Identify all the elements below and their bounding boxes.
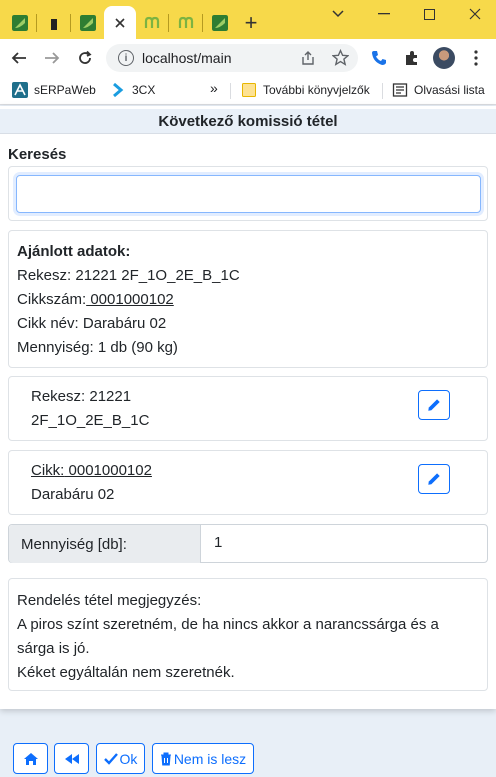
bookmark-serpaweb[interactable]: sERPaWeb <box>12 82 96 98</box>
edit-item-button[interactable] <box>418 464 450 494</box>
address-bar[interactable]: i localhost/main <box>106 44 358 72</box>
bookmark-3cx[interactable]: 3CX <box>110 82 155 98</box>
order-note-card: Rendelés tétel megjegyzés: A piros színt… <box>8 578 488 691</box>
site-info-icon[interactable]: i <box>118 50 134 66</box>
browser-tab[interactable] <box>206 6 234 39</box>
main-panel: Következő komissió tétel Keresés Ajánlot… <box>0 106 496 709</box>
reading-list-icon <box>392 83 408 97</box>
close-icon[interactable] <box>114 17 126 29</box>
bookmark-label: További könyvjelzők <box>263 83 370 97</box>
home-icon <box>23 752 38 765</box>
suggested-heading: Ajánlott adatok: <box>17 243 131 260</box>
folder-icon <box>242 83 256 97</box>
browser-toolbar: i localhost/main <box>0 39 496 77</box>
item-code-line: Cikk: 0001000102 <box>31 462 152 479</box>
extensions-puzzle-icon[interactable] <box>404 50 420 66</box>
suggested-item-name: Cikk név: Darabáru 02 <box>17 315 167 332</box>
quantity-input-group: Mennyiség [db]: 1 <box>8 524 488 563</box>
forward-arrow-icon[interactable] <box>41 47 63 69</box>
browser-tab[interactable] <box>6 6 34 39</box>
browser-tab-strip: + <box>0 0 496 39</box>
back-button[interactable] <box>54 743 89 774</box>
phone-extension-icon[interactable] <box>370 49 388 67</box>
bookmark-label: sERPaWeb <box>34 83 96 97</box>
note-text-line: Kéket egyáltalán nem szeretnék. <box>17 664 235 681</box>
pencil-icon <box>428 399 440 411</box>
bookmark-folder-other[interactable]: További könyvjelzők <box>241 82 370 98</box>
m-favicon <box>144 16 160 28</box>
bookmark-label: 3CX <box>132 83 156 97</box>
back-arrow-icon[interactable] <box>8 47 30 69</box>
green-leaf-favicon <box>212 14 228 31</box>
search-label: Keresés <box>8 146 67 163</box>
quantity-label: Mennyiség [db]: <box>9 525 201 563</box>
ok-button-label: Ok <box>119 750 138 767</box>
quantity-input[interactable]: 1 <box>214 534 222 551</box>
item-name-line: Darabáru 02 <box>31 486 115 503</box>
browser-tab[interactable] <box>40 6 68 39</box>
maximize-icon[interactable] <box>415 4 443 24</box>
black-bar-favicon <box>51 15 57 30</box>
tab-search-icon[interactable] <box>324 4 352 24</box>
chevron-3cx-icon <box>113 82 124 98</box>
home-button[interactable] <box>13 743 48 774</box>
browser-tab[interactable] <box>74 6 102 39</box>
profile-avatar[interactable] <box>433 47 455 69</box>
green-leaf-favicon <box>80 14 96 31</box>
item-card: Cikk: 0001000102 Darabáru 02 <box>8 450 488 515</box>
search-input[interactable] <box>16 175 481 213</box>
trash-icon <box>160 752 171 765</box>
bookmark-label: Olvasási lista <box>414 83 485 97</box>
suggested-data-card: Ajánlott adatok: Rekesz: 21221 2F_1O_2E_… <box>8 230 488 368</box>
minimize-icon[interactable] <box>370 4 398 24</box>
browser-tab-active[interactable] <box>104 6 136 39</box>
green-leaf-favicon <box>12 14 28 31</box>
reading-list[interactable]: Olvasási lista <box>392 82 485 98</box>
reload-icon[interactable] <box>74 47 96 69</box>
check-icon <box>103 752 118 765</box>
url-text: localhost/main <box>142 50 232 66</box>
ok-button[interactable]: Ok <box>96 743 145 774</box>
rack-line-2: 2F_1O_2E_B_1C <box>31 412 150 429</box>
fast-backward-icon <box>64 753 79 764</box>
bookmarks-overflow-chevron[interactable]: » <box>210 80 218 96</box>
cancel-button-label: Nem is lesz <box>173 750 247 767</box>
edit-rack-button[interactable] <box>418 390 450 420</box>
search-card <box>8 166 488 221</box>
suggested-rack: Rekesz: 21221 2F_1O_2E_B_1C <box>17 267 240 284</box>
page-content: Következő komissió tétel Keresés Ajánlot… <box>0 106 496 777</box>
browser-tab[interactable] <box>138 6 166 39</box>
bookmark-star-icon[interactable] <box>332 49 349 66</box>
bookmarks-bar: sERPaWeb 3CX » További könyvjelzők Olvas… <box>0 77 496 105</box>
window-close-icon[interactable] <box>461 4 489 24</box>
share-icon[interactable] <box>300 50 316 66</box>
new-tab-button[interactable]: + <box>238 6 264 39</box>
m-favicon <box>178 16 194 28</box>
suggested-item-number: Cikkszám: 0001000102 <box>17 291 174 308</box>
note-title: Rendelés tétel megjegyzés: <box>17 592 202 609</box>
suggested-quantity: Mennyiség: 1 db (90 kg) <box>17 339 178 356</box>
cancel-button[interactable]: Nem is lesz <box>152 743 254 774</box>
serpaweb-icon <box>12 82 28 98</box>
browser-tab[interactable] <box>172 6 200 39</box>
note-text-line: A piros színt szeretném, de ha nincs akk… <box>17 616 439 633</box>
rack-card: Rekesz: 21221 2F_1O_2E_B_1C <box>8 376 488 441</box>
page-title: Következő komissió tétel <box>0 109 496 134</box>
note-text-line: sárga is jó. <box>17 640 90 657</box>
more-menu-icon[interactable] <box>474 50 478 66</box>
rack-line-1: Rekesz: 21221 <box>31 388 132 405</box>
pencil-icon <box>428 473 440 485</box>
